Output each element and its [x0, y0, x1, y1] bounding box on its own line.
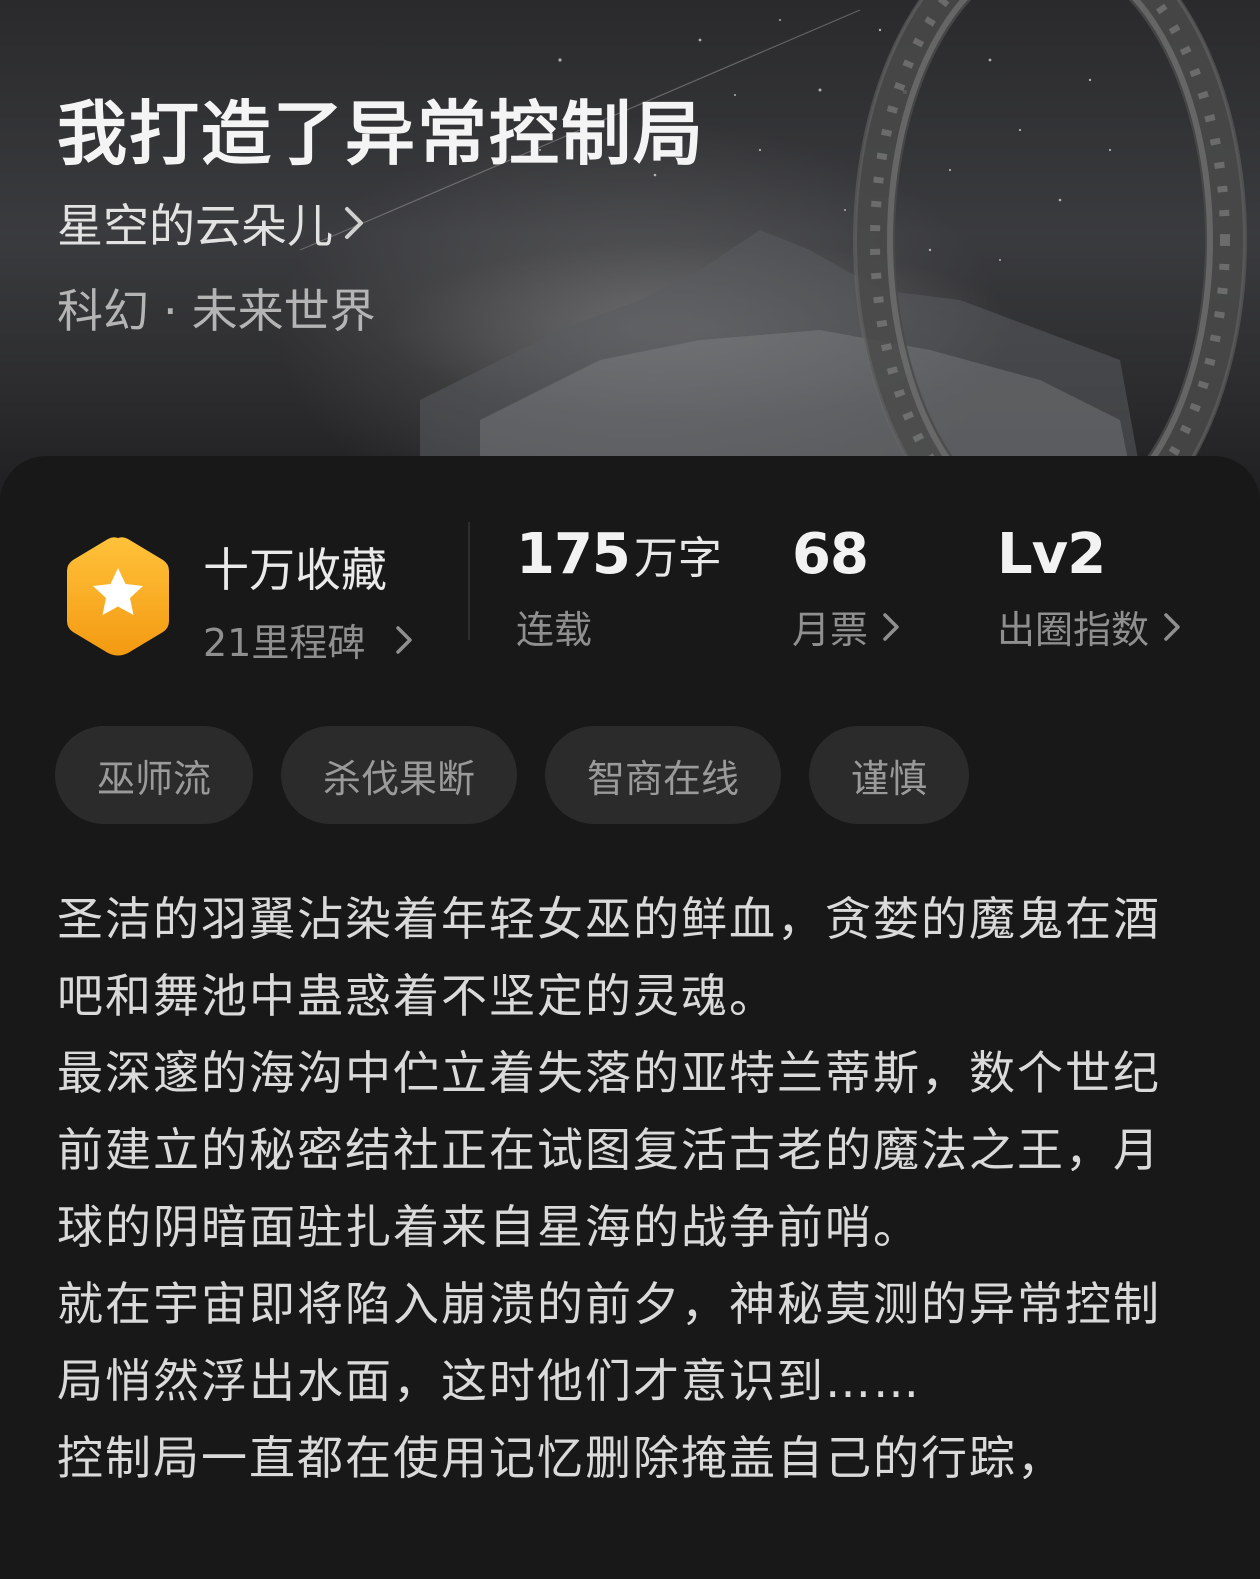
word-count-stat: 175万字 连载 — [516, 522, 722, 654]
monthly-votes-label: 月票 — [792, 608, 869, 652]
collection-title: 十万收藏 — [203, 543, 387, 597]
subgenre[interactable]: 未来世界 — [192, 284, 376, 338]
genre[interactable]: 科幻 — [57, 284, 149, 338]
word-count-value: 175 — [516, 522, 631, 587]
book-info-card: 十万收藏 21里程碑 175万字 连载 68 月票 Lv2 出圈指数 巫师流 杀… — [0, 456, 1260, 1579]
level-label-row: 出圈指数 — [997, 599, 1181, 654]
cover-header: 我打造了异常控制局 星空的云朵儿 科幻 · 未来世界 — [0, 0, 1260, 520]
level-label: 出圈指数 — [997, 608, 1150, 652]
synopsis-paragraph: 就在宇宙即将陷入崩溃的前夕，神秘莫测的异常控制局悄然浮出水面，这时他们才意识到…… — [57, 1277, 1161, 1408]
author-link[interactable]: 星空的云朵儿 — [57, 190, 365, 256]
monthly-votes-value: 68 — [792, 522, 869, 587]
chevron-right-icon — [1163, 612, 1181, 642]
chevron-right-icon — [395, 625, 413, 655]
hexagon-star-icon[interactable] — [63, 534, 173, 658]
word-count: 175万字 — [516, 522, 722, 587]
book-title: 我打造了异常控制局 — [57, 93, 705, 175]
synopsis-paragraph: 控制局一直都在使用记忆删除掩盖自己的行踪， — [57, 1431, 1065, 1485]
monthly-votes-label-row: 月票 — [792, 599, 900, 654]
tag-chip[interactable]: 智商在线 — [545, 726, 782, 824]
monthly-votes-stat[interactable]: 68 月票 — [792, 522, 900, 654]
synopsis-paragraph: 圣洁的羽翼沾染着年轻女巫的鲜血，贪婪的魔鬼在酒吧和舞池中蛊惑着不坚定的灵魂。 — [57, 892, 1161, 1023]
tag-chip[interactable]: 谨慎 — [809, 726, 970, 824]
tag-list: 巫师流 杀伐果断 智商在线 谨慎 — [55, 726, 970, 824]
milestone-link[interactable]: 21里程碑 — [203, 612, 413, 667]
chevron-right-icon — [343, 205, 365, 241]
chevron-right-icon — [882, 612, 900, 642]
status-label: 连载 — [516, 608, 593, 652]
tag-chip[interactable]: 杀伐果断 — [281, 726, 518, 824]
tag-chip[interactable]: 巫师流 — [55, 726, 254, 824]
author-name: 星空的云朵儿 — [57, 199, 333, 253]
synopsis-paragraph: 最深邃的海沟中伫立着失落的亚特兰蒂斯，数个世纪前建立的秘密结社正在试图复活古老的… — [57, 1046, 1161, 1254]
milestone-label: 21里程碑 — [203, 621, 366, 665]
synopsis[interactable]: 圣洁的羽翼沾染着年轻女巫的鲜血，贪婪的魔鬼在酒吧和舞池中蛊惑着不坚定的灵魂。 最… — [57, 881, 1197, 1497]
genre-line: 科幻 · 未来世界 — [57, 275, 376, 341]
collection-stat[interactable]: 十万收藏 21里程碑 — [203, 534, 413, 667]
word-count-unit: 万字 — [633, 533, 722, 584]
genre-separator: · — [163, 284, 178, 338]
popularity-stat[interactable]: Lv2 出圈指数 — [997, 522, 1181, 654]
stat-divider — [468, 522, 470, 640]
level-value: Lv2 — [997, 522, 1106, 587]
